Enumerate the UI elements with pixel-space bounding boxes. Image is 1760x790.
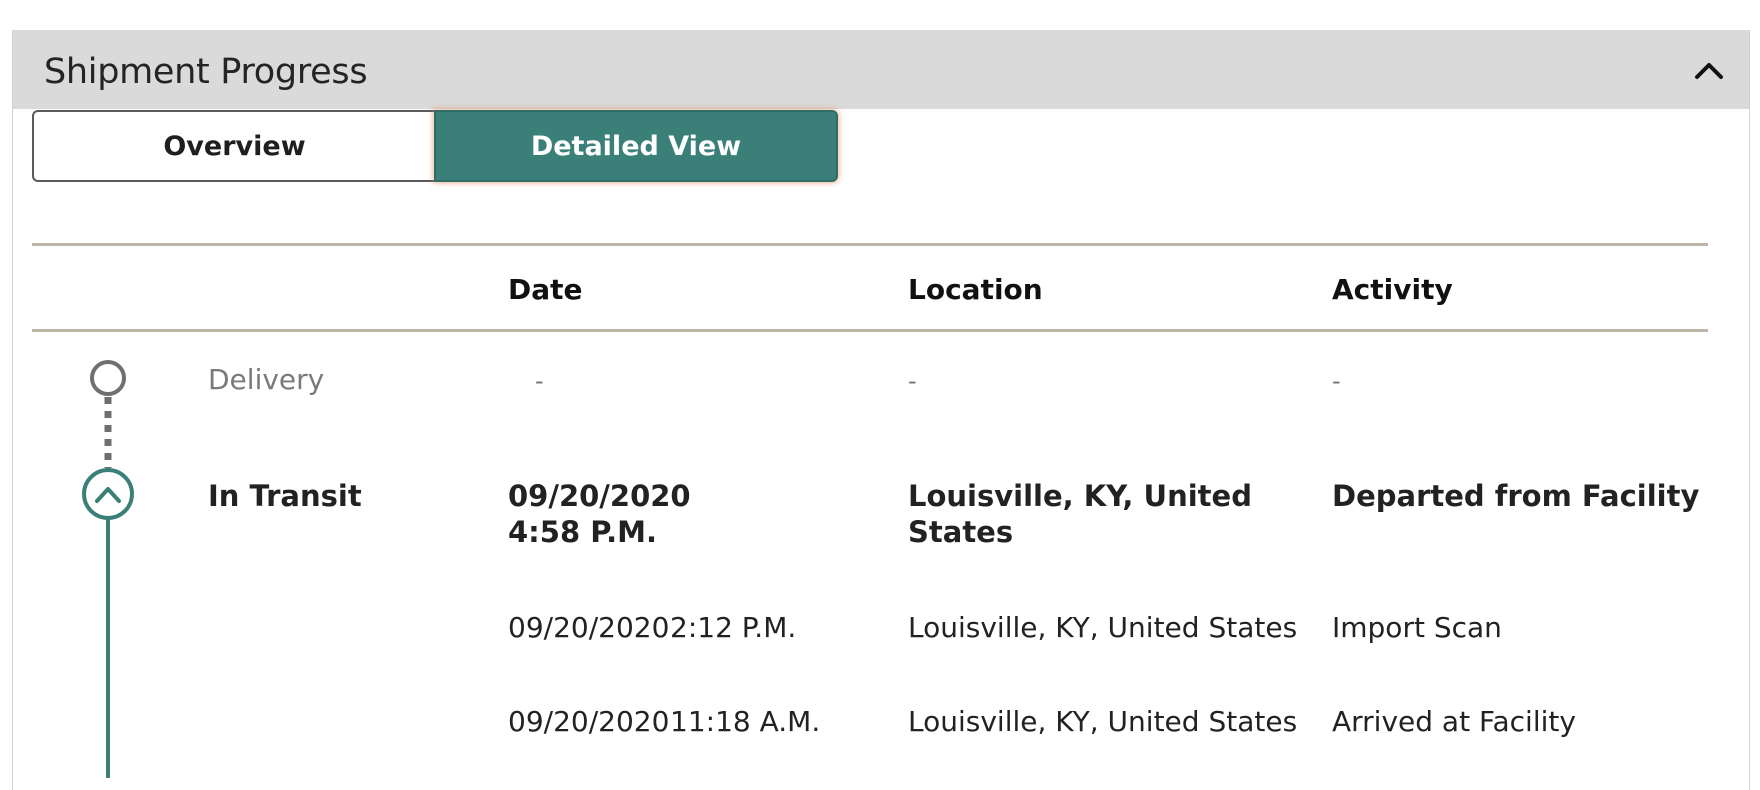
tab-detailed-view[interactable]: Detailed View <box>434 110 838 182</box>
delivery-activity: - <box>1332 367 1341 395</box>
milestone-status-delivery: Delivery <box>208 363 325 396</box>
delivery-date: - <box>535 367 544 395</box>
in-transit-date: 09/20/2020 4:58 P.M. <box>508 478 691 550</box>
panel-title: Shipment Progress <box>44 52 368 92</box>
collapse-button[interactable] <box>1687 52 1731 88</box>
table-top-divider <box>32 243 1708 246</box>
milestone-status-in-transit: In Transit <box>208 479 362 513</box>
tab-overview[interactable]: Overview <box>32 110 435 182</box>
in-transit-activity: Departed from Facility <box>1332 479 1700 513</box>
event-location: Louisville, KY, United States <box>908 611 1298 644</box>
column-header-location: Location <box>908 273 1043 306</box>
view-tabs: Overview Detailed View <box>32 110 838 182</box>
event-activity: Import Scan <box>1332 611 1502 644</box>
panel-header[interactable]: Shipment Progress <box>13 30 1749 109</box>
in-transit-location: Louisville, KY, United States <box>908 479 1252 549</box>
event-activity: Arrived at Facility <box>1332 705 1576 738</box>
event-date: 09/20/2020 <box>508 611 670 644</box>
column-header-activity: Activity <box>1332 273 1453 306</box>
delivery-location: - <box>908 367 917 395</box>
event-time: 2:12 P.M. <box>670 611 797 644</box>
column-header-date: Date <box>508 273 583 306</box>
chevron-up-icon <box>1695 63 1723 79</box>
event-date: 09/20/2020 <box>508 705 670 738</box>
table-header-divider <box>32 329 1708 332</box>
event-time: 11:18 A.M. <box>670 705 821 738</box>
in-transit-date-line: 09/20/2020 <box>508 479 691 513</box>
event-location: Louisville, KY, United States <box>908 705 1298 738</box>
in-transit-time-line: 4:58 P.M. <box>508 515 658 549</box>
